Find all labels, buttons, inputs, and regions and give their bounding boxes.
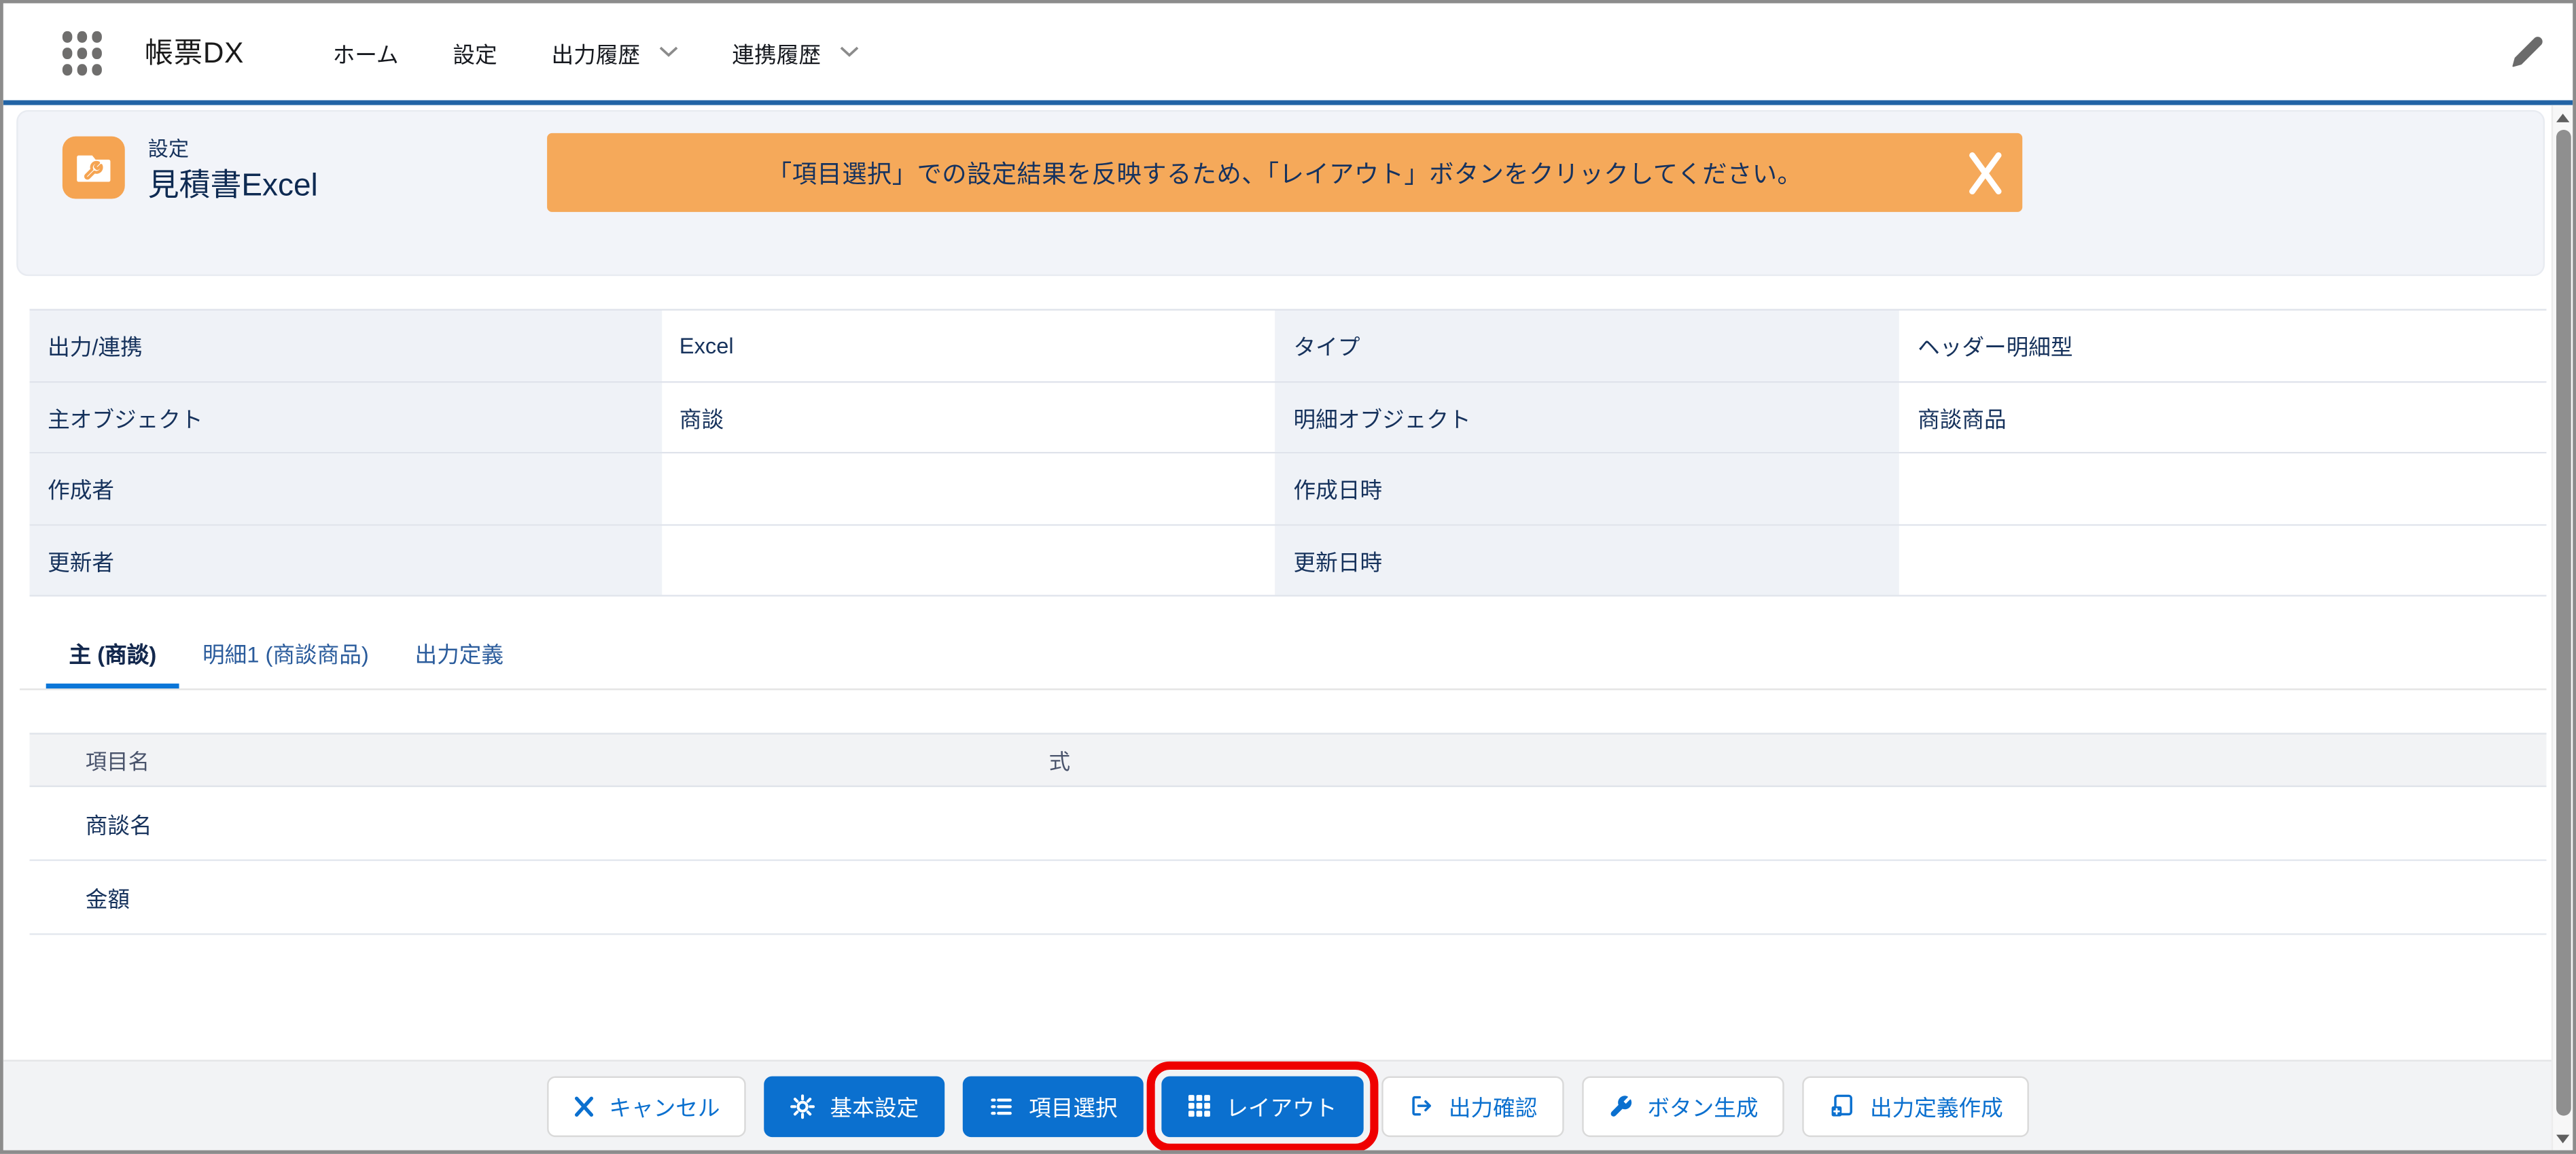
detail-value: ヘッダー明細型 (1899, 310, 2547, 381)
action-bar: キャンセル 基本設定 項目選択 レイアウト 出力確認 ボタン生成 出力定義作成 (3, 1060, 2573, 1151)
vertical-scrollbar[interactable] (2551, 105, 2573, 1151)
scrollbar-thumb[interactable] (2555, 130, 2571, 1116)
table-row: 商談名 (29, 787, 2547, 861)
detail-label: タイプ (1275, 310, 1900, 381)
export-icon (1407, 1093, 1434, 1119)
nav-item-label: 設定 (453, 41, 497, 67)
output-check-button[interactable]: 出力確認 (1381, 1075, 1564, 1136)
detail-value: 商談 (661, 382, 1275, 452)
detail-value: 商談商品 (1899, 382, 2547, 452)
tab-main-object[interactable]: 主 (商談) (46, 619, 180, 689)
table-row: 金額 (29, 861, 2547, 935)
detail-value: Excel (661, 310, 1275, 381)
object-tabs: 主 (商談) 明細1 (商談商品) 出力定義 (20, 619, 2547, 690)
field-name-cell: 金額 (85, 887, 130, 912)
detail-value (1899, 453, 2547, 524)
page-title: 見積書Excel (147, 169, 318, 204)
wrench-icon (1608, 1094, 1632, 1118)
grid-icon (1188, 1094, 1212, 1117)
nav-item-link-history[interactable]: 連携履歴 (732, 35, 858, 68)
page-header-card: 設定 見積書Excel 「項目選択」での設定結果を反映するため、「レイアウト」ボ… (16, 109, 2545, 277)
field-name-cell: 商談名 (85, 813, 152, 839)
detail-value (661, 525, 1275, 595)
detail-row: 作成者 作成日時 (29, 453, 2547, 525)
detail-row: 更新者 更新日時 (29, 525, 2547, 597)
scale-wrapper: 帳票DX ホーム 設定 出力履歴 連携履歴 設定 見積書Excel 「項目選択」… (0, 0, 2576, 1154)
nav-item-label: 連携履歴 (732, 41, 821, 67)
doc-add-icon (1829, 1093, 1856, 1119)
column-header-name: 項目名 (85, 749, 150, 774)
button-label: 基本設定 (830, 1096, 919, 1121)
field-select-button[interactable]: 項目選択 (963, 1075, 1144, 1136)
edit-pencil-icon[interactable] (2510, 35, 2545, 69)
detail-label: 主オブジェクト (29, 382, 662, 452)
nav-item-settings[interactable]: 設定 (453, 35, 497, 68)
warning-banner: 「項目選択」での設定結果を反映するため、「レイアウト」ボタンをクリックしてくださ… (547, 133, 2023, 212)
nav-item-home[interactable]: ホーム (333, 35, 399, 68)
detail-label: 作成者 (29, 453, 662, 524)
chevron-down-icon[interactable] (839, 46, 859, 58)
nav-item-label: 出力履歴 (551, 41, 641, 67)
button-generate-button[interactable]: ボタン生成 (1581, 1075, 1785, 1136)
close-icon (573, 1095, 594, 1116)
app-name: 帳票DX (144, 36, 245, 69)
detail-label: 更新者 (29, 525, 662, 595)
button-label: 出力確認 (1448, 1096, 1538, 1121)
nav-item-label: ホーム (332, 41, 399, 67)
field-formula-cell (1049, 861, 2547, 933)
detail-value (1899, 525, 2547, 595)
scrollbar-up-icon[interactable] (2553, 109, 2573, 128)
button-label: ボタン生成 (1647, 1096, 1759, 1121)
detail-label: 作成日時 (1275, 453, 1900, 524)
detail-label: 出力/連携 (29, 310, 662, 381)
page-header-titles: 設定 見積書Excel (148, 137, 318, 207)
tab-output-definition[interactable]: 出力定義 (392, 619, 527, 688)
detail-row: 主オブジェクト 商談 明細オブジェクト 商談商品 (29, 382, 2547, 454)
nav-item-output-history[interactable]: 出力履歴 (551, 35, 677, 68)
nav-items: ホーム 設定 出力履歴 連携履歴 (333, 35, 859, 68)
basic-settings-button[interactable]: 基本設定 (764, 1075, 945, 1136)
main-area: 設定 見積書Excel 「項目選択」での設定結果を反映するため、「レイアウト」ボ… (3, 105, 2573, 1151)
output-def-create-button[interactable]: 出力定義作成 (1802, 1075, 2030, 1136)
detail-label: 更新日時 (1275, 525, 1900, 595)
button-label: 項目選択 (1029, 1096, 1118, 1121)
global-nav-bar: 帳票DX ホーム 設定 出力履歴 連携履歴 (3, 3, 2573, 105)
folder-wrench-icon (62, 136, 125, 199)
list-icon (989, 1094, 1014, 1118)
button-label: 出力定義作成 (1869, 1096, 2003, 1121)
detail-row: 出力/連携 Excel タイプ ヘッダー明細型 (29, 310, 2547, 383)
scrollbar-down-icon[interactable] (2553, 1129, 2573, 1149)
banner-close-icon[interactable] (1966, 151, 2002, 195)
button-label: キャンセル (609, 1096, 720, 1121)
column-header-formula: 式 (1048, 749, 1071, 774)
page-header-left: 設定 見積書Excel (62, 136, 318, 207)
gear-icon (790, 1094, 815, 1119)
record-detail-table: 出力/連携 Excel タイプ ヘッダー明細型 主オブジェクト 商談 明細オブジ… (29, 309, 2547, 597)
app-window: 帳票DX ホーム 設定 出力履歴 連携履歴 設定 見積書Excel 「項目選択」… (0, 0, 2576, 1154)
app-launcher-icon[interactable] (62, 31, 102, 75)
field-table-header: 項目名 式 (29, 733, 2547, 788)
chevron-down-icon[interactable] (658, 46, 678, 58)
record-type-label: 設定 (147, 138, 190, 161)
warning-banner-text: 「項目選択」での設定結果を反映するため、「レイアウト」ボタンをクリックしてくださ… (767, 160, 1803, 188)
detail-label: 明細オブジェクト (1275, 382, 1900, 452)
field-formula-cell (1049, 787, 2547, 859)
layout-button[interactable]: レイアウト (1147, 1060, 1378, 1151)
detail-value (661, 453, 1275, 524)
cancel-button[interactable]: キャンセル (546, 1075, 747, 1136)
button-label: レイアウト (1226, 1096, 1337, 1121)
tab-detail1-object[interactable]: 明細1 (商談商品) (179, 619, 391, 688)
field-table: 項目名 式 商談名 金額 (29, 733, 2547, 935)
